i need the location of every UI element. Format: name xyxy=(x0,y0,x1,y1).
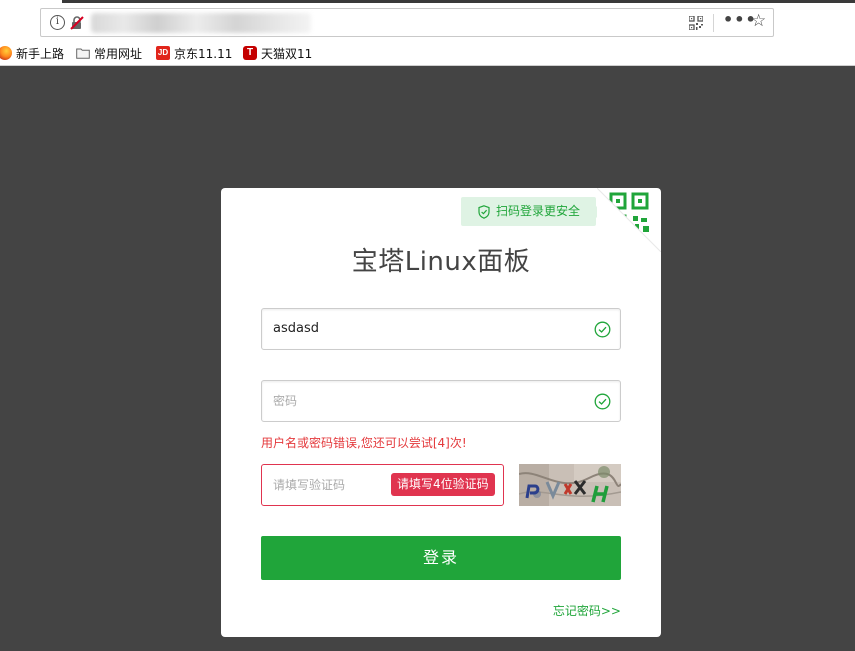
browser-chrome: i ••• ☆ 新手上路 常用网址 JD 京东11.11 T 天猫双11 xyxy=(0,0,855,66)
address-bar-divider xyxy=(713,14,714,32)
captcha-placeholder: 请填写验证码 xyxy=(273,478,346,492)
url-text-blurred[interactable] xyxy=(91,13,311,33)
tab-strip xyxy=(62,0,855,3)
bookmark-star-icon[interactable]: ☆ xyxy=(751,11,766,31)
captcha-image[interactable] xyxy=(519,464,621,506)
bookmark-xinshou[interactable]: 新手上路 xyxy=(0,44,64,62)
username-input[interactable]: asdasd xyxy=(261,308,621,350)
bookmark-label: 常用网址 xyxy=(94,46,143,61)
captcha-input[interactable]: 请填写验证码 请填写4位验证码 xyxy=(261,464,504,506)
bookmark-jd[interactable]: JD 京东11.11 xyxy=(156,44,232,62)
address-bar[interactable]: i ••• ☆ xyxy=(40,8,774,37)
bookmark-label: 新手上路 xyxy=(16,46,65,61)
error-message: 用户名或密码错误,您还可以尝试[4]次! xyxy=(261,436,467,450)
check-circle-icon xyxy=(594,393,611,410)
bookmark-changyong[interactable]: 常用网址 xyxy=(76,44,142,62)
qr-code-icon[interactable] xyxy=(689,16,703,30)
password-placeholder: 密码 xyxy=(273,394,298,408)
bookmarks-bar: 新手上路 常用网址 JD 京东11.11 T 天猫双11 xyxy=(0,42,855,64)
qr-login-tip[interactable]: 扫码登录更安全 xyxy=(461,197,602,226)
login-card: 扫码登录更安全 宝塔Linux面板 asdasd 密码 用户名或密码错误,您还可… xyxy=(221,188,661,637)
qr-tip-text: 扫码登录更安全 xyxy=(496,204,581,218)
login-button[interactable]: 登录 xyxy=(261,536,621,580)
password-input[interactable]: 密码 xyxy=(261,380,621,422)
jd-icon: JD xyxy=(156,46,170,60)
username-value: asdasd xyxy=(273,321,319,336)
shield-check-icon xyxy=(478,205,490,219)
forgot-password-link[interactable]: 忘记密码>> xyxy=(553,602,621,619)
bookmark-label: 天猫双11 xyxy=(261,46,313,61)
firefox-icon xyxy=(0,46,12,60)
info-icon[interactable]: i xyxy=(50,15,65,30)
captcha-error-tip: 请填写4位验证码 xyxy=(391,473,495,496)
folder-icon xyxy=(76,48,90,59)
check-circle-icon xyxy=(594,321,611,338)
bookmark-label: 京东11.11 xyxy=(174,46,233,61)
bookmark-tmall[interactable]: T 天猫双11 xyxy=(243,44,312,62)
tmall-icon: T xyxy=(243,46,257,60)
page-title: 宝塔Linux面板 xyxy=(351,247,531,277)
insecure-lock-icon[interactable] xyxy=(69,15,85,31)
